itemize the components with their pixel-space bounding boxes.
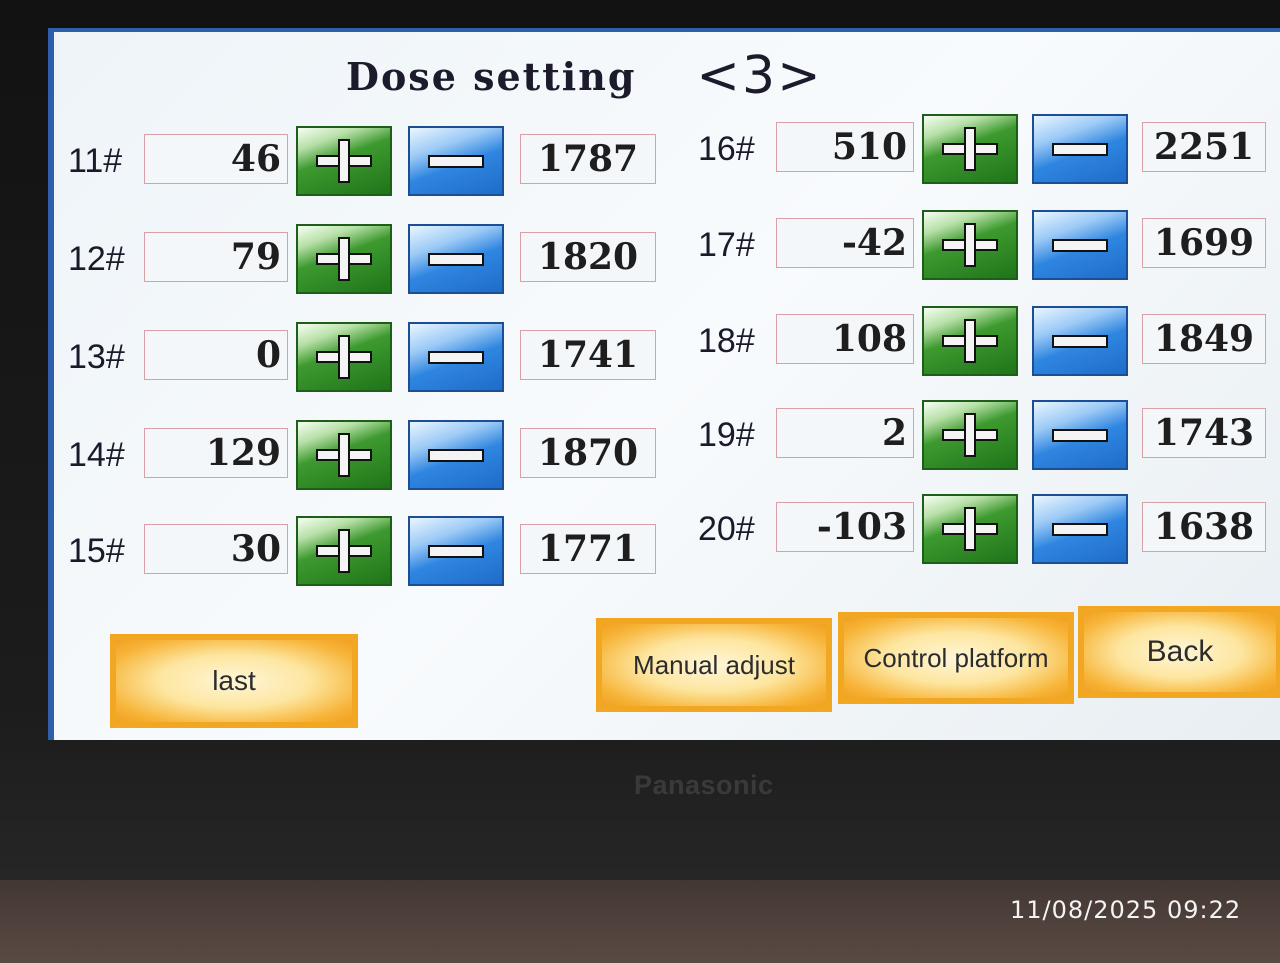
page-indicator: <3> bbox=[696, 46, 823, 106]
increase-button[interactable] bbox=[296, 420, 392, 490]
decrease-button[interactable] bbox=[1032, 210, 1128, 280]
increase-button[interactable] bbox=[922, 306, 1018, 376]
row-id: 14# bbox=[68, 436, 125, 474]
row-id: 12# bbox=[68, 240, 125, 278]
row-id: 11# bbox=[68, 142, 123, 180]
minus-icon bbox=[428, 154, 484, 168]
plus-icon bbox=[316, 139, 372, 183]
minus-icon bbox=[428, 350, 484, 364]
plus-icon bbox=[316, 529, 372, 573]
increase-button[interactable] bbox=[922, 210, 1018, 280]
dose-value-field[interactable]: 0 bbox=[144, 330, 288, 380]
total-value: 1699 bbox=[1142, 218, 1266, 268]
row-id: 18# bbox=[698, 322, 755, 360]
dose-value-field[interactable]: 30 bbox=[144, 524, 288, 574]
minus-icon bbox=[428, 252, 484, 266]
dose-row-19: 19# 2 1743 bbox=[698, 400, 1278, 470]
dose-row-20: 20# -103 1638 bbox=[698, 494, 1278, 564]
manual-adjust-button[interactable]: Manual adjust bbox=[596, 618, 832, 712]
hmi-screen: Dose setting <3> 11# 46 1787 12# 79 1820… bbox=[48, 28, 1280, 740]
dose-value-field[interactable]: 108 bbox=[776, 314, 914, 364]
minus-icon bbox=[428, 544, 484, 558]
increase-button[interactable] bbox=[922, 114, 1018, 184]
dose-value-field[interactable]: -42 bbox=[776, 218, 914, 268]
plus-icon bbox=[316, 433, 372, 477]
plus-icon bbox=[942, 507, 998, 551]
total-value: 1741 bbox=[520, 330, 656, 380]
decrease-button[interactable] bbox=[408, 224, 504, 294]
increase-button[interactable] bbox=[296, 516, 392, 586]
minus-icon bbox=[1052, 428, 1108, 442]
dose-row-12: 12# 79 1820 bbox=[66, 224, 666, 294]
minus-icon bbox=[428, 448, 484, 462]
plus-icon bbox=[316, 335, 372, 379]
decrease-button[interactable] bbox=[408, 322, 504, 392]
increase-button[interactable] bbox=[922, 494, 1018, 564]
total-value: 1820 bbox=[520, 232, 656, 282]
dose-value-field[interactable]: 510 bbox=[776, 122, 914, 172]
plus-icon bbox=[942, 413, 998, 457]
row-id: 15# bbox=[68, 532, 125, 570]
total-value: 1743 bbox=[1142, 408, 1266, 458]
decrease-button[interactable] bbox=[1032, 400, 1128, 470]
dose-row-15: 15# 30 1771 bbox=[66, 516, 666, 586]
dose-row-11: 11# 46 1787 bbox=[66, 126, 666, 196]
dose-row-13: 13# 0 1741 bbox=[66, 322, 666, 392]
total-value: 1870 bbox=[520, 428, 656, 478]
row-id: 17# bbox=[698, 226, 755, 264]
increase-button[interactable] bbox=[296, 322, 392, 392]
row-id: 16# bbox=[698, 130, 755, 168]
minus-icon bbox=[1052, 522, 1108, 536]
plus-icon bbox=[942, 127, 998, 171]
plus-icon bbox=[942, 223, 998, 267]
total-value: 1787 bbox=[520, 134, 656, 184]
decrease-button[interactable] bbox=[408, 420, 504, 490]
increase-button[interactable] bbox=[922, 400, 1018, 470]
dose-row-14: 14# 129 1870 bbox=[66, 420, 666, 490]
total-value: 1849 bbox=[1142, 314, 1266, 364]
control-platform-button[interactable]: Control platform bbox=[838, 612, 1074, 704]
minus-icon bbox=[1052, 334, 1108, 348]
row-id: 19# bbox=[698, 416, 755, 454]
brand-logo: Panasonic bbox=[634, 770, 774, 800]
dose-value-field[interactable]: 2 bbox=[776, 408, 914, 458]
dose-value-field[interactable]: 129 bbox=[144, 428, 288, 478]
back-button[interactable]: Back bbox=[1078, 606, 1280, 698]
decrease-button[interactable] bbox=[1032, 494, 1128, 564]
plus-icon bbox=[316, 237, 372, 281]
total-value: 1771 bbox=[520, 524, 656, 574]
total-value: 1638 bbox=[1142, 502, 1266, 552]
dose-value-field[interactable]: 79 bbox=[144, 232, 288, 282]
dose-row-16: 16# 510 2251 bbox=[698, 114, 1278, 184]
row-id: 20# bbox=[698, 510, 755, 548]
dose-value-field[interactable]: 46 bbox=[144, 134, 288, 184]
decrease-button[interactable] bbox=[1032, 306, 1128, 376]
last-button[interactable]: last bbox=[110, 634, 358, 728]
decrease-button[interactable] bbox=[408, 516, 504, 586]
dose-row-17: 17# -42 1699 bbox=[698, 210, 1278, 280]
dose-value-field[interactable]: -103 bbox=[776, 502, 914, 552]
row-id: 13# bbox=[68, 338, 125, 376]
total-value: 2251 bbox=[1142, 122, 1266, 172]
page-title: Dose setting <3> bbox=[346, 46, 823, 106]
plus-icon bbox=[942, 319, 998, 363]
increase-button[interactable] bbox=[296, 126, 392, 196]
photo-timestamp: 11/08/2025 09:22 bbox=[1010, 896, 1242, 924]
decrease-button[interactable] bbox=[1032, 114, 1128, 184]
minus-icon bbox=[1052, 142, 1108, 156]
decrease-button[interactable] bbox=[408, 126, 504, 196]
increase-button[interactable] bbox=[296, 224, 392, 294]
minus-icon bbox=[1052, 238, 1108, 252]
title-text: Dose setting bbox=[346, 53, 637, 99]
dose-row-18: 18# 108 1849 bbox=[698, 306, 1278, 376]
